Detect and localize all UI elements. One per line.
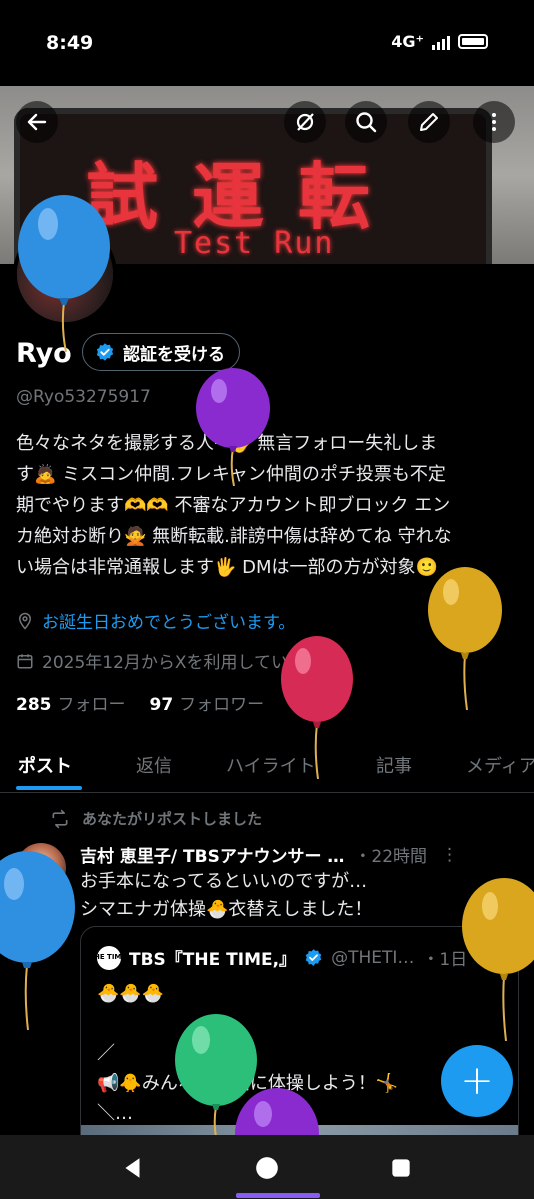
following-count: 285: [16, 695, 52, 715]
back-arrow-icon: [27, 113, 47, 131]
repost-indicator: あなたがリポストしました: [50, 808, 262, 829]
nav-home-icon[interactable]: [254, 1155, 280, 1181]
compose-post-button[interactable]: +: [441, 1045, 513, 1117]
followers-link[interactable]: 97 フォロワー: [150, 690, 265, 715]
balloon-red-1: [281, 636, 353, 779]
following-label: フォロー: [57, 695, 126, 715]
balloon-gold-2: [462, 878, 534, 1041]
grok-icon: [296, 113, 314, 131]
followers-count: 97: [149, 695, 174, 715]
tab-media[interactable]: メディア: [466, 752, 534, 778]
system-nav-bar: [0, 1135, 534, 1199]
profile-handle: @Ryo53275917: [16, 387, 151, 407]
birthday-row[interactable]: お誕生日おめでとうございます。: [16, 608, 295, 633]
nav-back-icon[interactable]: [120, 1155, 146, 1181]
profile-tabs: ポスト 返信 ハイライト 記事 メディア: [0, 738, 534, 793]
nav-handle: [236, 1193, 320, 1198]
search-icon: [356, 112, 377, 133]
plus-icon: +: [460, 1058, 494, 1104]
repost-label: あなたがリポストしました: [82, 810, 263, 828]
grok-button[interactable]: [284, 101, 326, 143]
more-vertical-icon: [492, 113, 496, 131]
balloon-blue-2: [0, 851, 75, 1030]
repost-icon: [52, 809, 68, 828]
tab-replies[interactable]: 返信: [136, 752, 172, 778]
signal-icon: [432, 34, 450, 50]
balloon-blue-1: [18, 195, 110, 352]
birthday-text[interactable]: お誕生日おめでとうございます。: [42, 608, 295, 633]
quoted-author-handle: @THETI…: [331, 947, 415, 968]
balloon-gold-1: [428, 567, 502, 710]
edit-button[interactable]: [408, 101, 450, 143]
edit-pencil-icon: [420, 113, 438, 131]
quoted-tweet-header: THE TIME, TBS『THE TIME,』 @THETI… ・1日: [89, 945, 467, 970]
get-verified-label: 認証を受ける: [123, 344, 225, 365]
battery-icon: [458, 34, 488, 49]
back-button[interactable]: [16, 101, 58, 143]
network-type: 4G⁺: [391, 32, 424, 51]
more-button[interactable]: [473, 101, 515, 143]
active-tab-indicator: [16, 786, 82, 790]
tweet-header: 吉村 恵里子/ TBSアナウンサー … ・22時間 ⋮: [80, 842, 520, 868]
quoted-author-logo: THE TIME,: [89, 945, 129, 970]
tab-posts[interactable]: ポスト: [18, 752, 72, 778]
followers-label: フォロワー: [179, 695, 265, 715]
status-indicators: 4G⁺: [391, 32, 488, 51]
tweet-more-button[interactable]: ⋮: [441, 845, 458, 865]
tweet-time: ・22時間: [354, 847, 428, 867]
nav-recents-icon[interactable]: [388, 1155, 414, 1181]
tweet-text: お手本になってるといいのですが… シマエナガ体操🐣衣替えしました！: [80, 871, 373, 920]
following-link[interactable]: 285 フォロー: [16, 690, 126, 715]
led-english-text: Test Run: [174, 226, 335, 261]
location-pin-icon: [18, 612, 32, 630]
follow-stats: 285 フォロー 97 フォロワー: [16, 690, 264, 715]
status-time: 8:49: [46, 32, 94, 54]
tweet-author-name[interactable]: 吉村 恵里子/ TBSアナウンサー …: [80, 842, 344, 867]
tab-articles[interactable]: 記事: [376, 752, 412, 778]
calendar-icon: [17, 653, 33, 668]
search-button[interactable]: [345, 101, 387, 143]
balloon-purple-1: [196, 368, 270, 486]
quoted-author-name: TBS『THE TIME,』: [129, 950, 297, 970]
status-bar: 8:49 4G⁺: [0, 0, 534, 86]
verified-badge-icon: [305, 949, 322, 966]
